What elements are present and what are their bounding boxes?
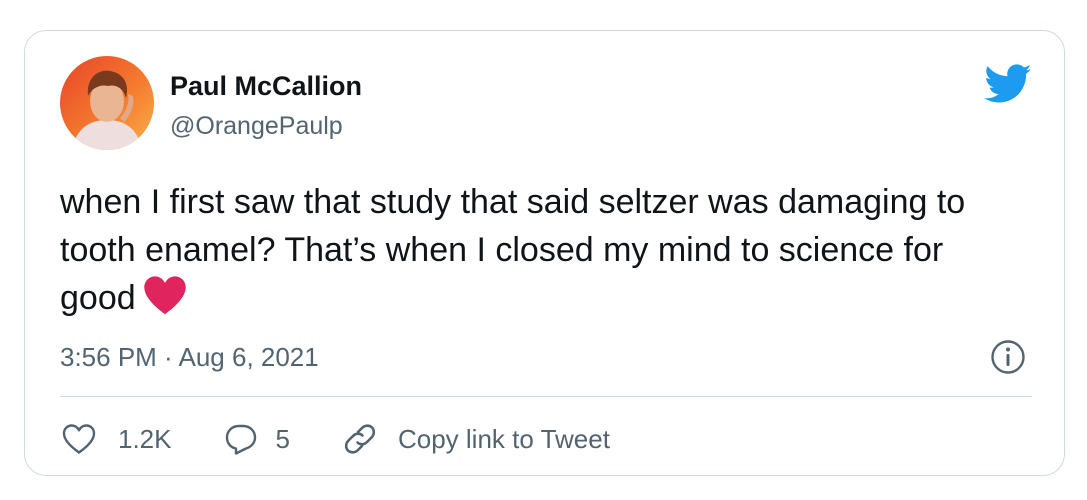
like-button[interactable]: 1.2K [62, 423, 172, 455]
info-icon[interactable] [990, 339, 1026, 375]
author-display-name[interactable]: Paul McCallion [170, 71, 362, 102]
tweet-text: when I first saw that study that said se… [60, 178, 1020, 322]
avatar[interactable] [60, 56, 154, 150]
profile-avatar-image [60, 56, 154, 150]
speech-bubble-icon [225, 424, 256, 455]
copy-link-label: Copy link to Tweet [397, 423, 610, 454]
red-heart-emoji [143, 276, 186, 315]
link-chain-icon [344, 424, 376, 454]
twitter-bird-icon[interactable] [984, 63, 1032, 103]
tweet-card[interactable]: Paul McCallion @OrangePaulp when I first… [24, 30, 1065, 476]
tweet-timestamp[interactable]: 3:56 PM · Aug 6, 2021 [60, 342, 319, 373]
reply-button[interactable]: 5 [224, 423, 290, 455]
heart-outline-icon [62, 424, 96, 454]
reply-count: 5 [275, 423, 290, 454]
like-count: 1.2K [118, 423, 172, 454]
divider [60, 396, 1032, 397]
tweet-text-body: when I first saw that study that said se… [60, 183, 966, 317]
copy-link-button[interactable]: Copy link to Tweet [342, 421, 610, 457]
action-bar: 1.2K 5 Copy link to Tweet [62, 417, 610, 461]
author-handle[interactable]: @OrangePaulp [170, 112, 343, 141]
